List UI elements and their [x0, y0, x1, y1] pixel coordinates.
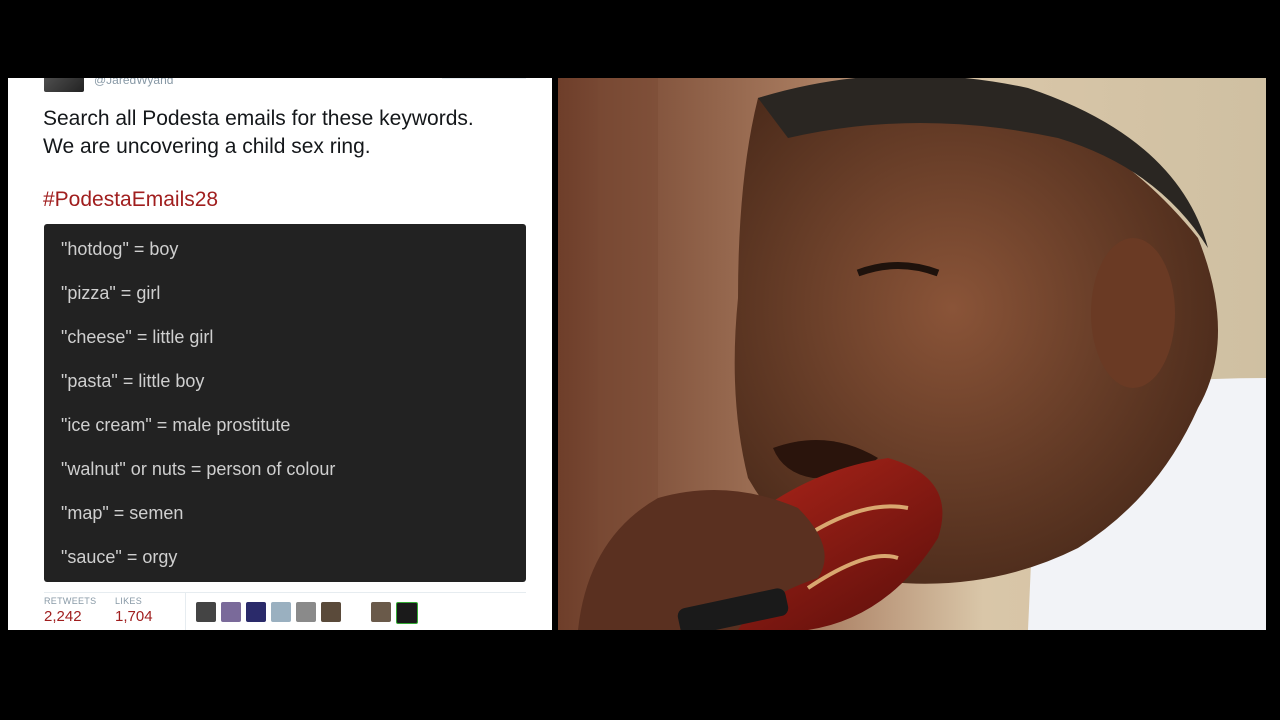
person-photo	[558, 78, 1266, 630]
photo-illustration	[558, 78, 1266, 630]
tweet-text-line: We are uncovering a child sex ring.	[43, 135, 371, 158]
likes-stat[interactable]: LIKES 1,704	[115, 596, 153, 625]
keyword-list-image: "hotdog" = boy "pizza" = girl "cheese" =…	[44, 224, 526, 582]
avatar[interactable]	[321, 602, 341, 622]
divider	[44, 592, 526, 593]
keyword-item: "sauce" = orgy	[61, 547, 178, 567]
likes-label: LIKES	[115, 596, 143, 606]
likes-count: 1,704	[115, 608, 153, 625]
divider	[185, 593, 186, 630]
retweets-count: 2,242	[44, 608, 82, 625]
retweets-stat[interactable]: RETWEETS 2,242	[44, 596, 96, 625]
author-handle[interactable]: @JaredWyand	[94, 78, 173, 87]
keyword-item: "map" = semen	[61, 503, 184, 523]
avatar[interactable]	[296, 602, 316, 622]
keyword-item: "walnut" or nuts = person of colour	[61, 459, 336, 479]
tweet-text-line: Search all Podesta emails for these keyw…	[43, 107, 474, 130]
avatar[interactable]	[221, 602, 241, 622]
keyword-item: "hotdog" = boy	[61, 239, 179, 259]
avatar[interactable]	[396, 602, 418, 624]
keyword-item: "pasta" = little boy	[61, 371, 205, 391]
avatar[interactable]	[196, 602, 216, 622]
avatar[interactable]	[44, 78, 84, 92]
avatar[interactable]	[271, 602, 291, 622]
avatar[interactable]	[246, 602, 266, 622]
keyword-item: "pizza" = girl	[61, 283, 161, 303]
keyword-item: "ice cream" = male prostitute	[61, 415, 291, 435]
avatar[interactable]	[371, 602, 391, 622]
retweets-label: RETWEETS	[44, 596, 97, 606]
hashtag-link[interactable]: #PodestaEmails28	[43, 188, 218, 212]
tweet-card: @JaredWyand Search all Podesta emails fo…	[8, 78, 552, 630]
keyword-item: "cheese" = little girl	[61, 327, 214, 347]
tweet-text: Search all Podesta emails for these keyw…	[43, 105, 543, 161]
divider	[442, 78, 526, 79]
